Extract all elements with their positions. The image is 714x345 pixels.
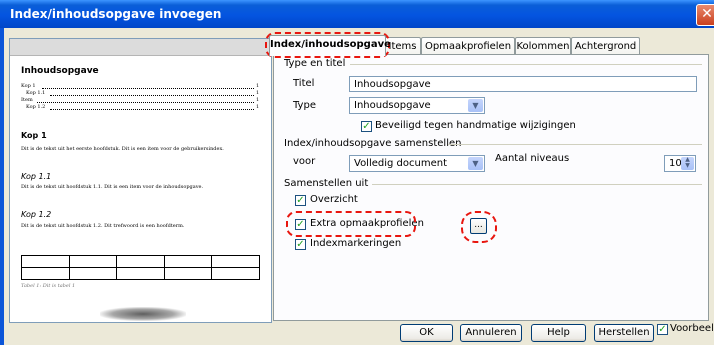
for-select-value: Volledig document <box>354 158 447 169</box>
index-markers-checkbox[interactable]: ✓ <box>295 239 306 250</box>
preview-heading-11: Kop 1.1 <box>21 172 52 181</box>
protect-label[interactable]: Beveiligd tegen handmatige wijzigingen <box>375 120 576 131</box>
preview-toc-page: 1 <box>256 83 260 89</box>
extra-styles-label[interactable]: Extra opmaakprofielen <box>310 218 424 229</box>
preview-toc-entry: Kop 1.1 <box>26 90 46 96</box>
index-markers-label[interactable]: Indexmarkeringen <box>310 238 401 249</box>
preview-toc-page: 1 <box>256 90 260 96</box>
preview-toc-page: 1 <box>256 104 260 110</box>
type-select-value: Inhoudsopgave <box>354 100 431 111</box>
preview-body-text: Dit is de tekst uit hoofdstuk 1.1. Dit i… <box>21 184 204 190</box>
section-type-heading: Type en titel <box>284 58 346 69</box>
preview-ruler <box>10 39 271 56</box>
levels-value: 10 <box>669 158 682 169</box>
window-frame <box>0 28 4 345</box>
dialog-window: Index/inhoudsopgave invoegen ✕ Inhoudsop… <box>0 0 714 345</box>
section-from-heading: Samenstellen uit <box>284 178 369 189</box>
preview-leader <box>50 109 254 110</box>
preview-table <box>21 255 260 280</box>
reset-button[interactable]: Herstellen <box>594 324 654 342</box>
preview-leader <box>50 95 254 96</box>
preview-label[interactable]: Voorbeeld <box>670 323 714 334</box>
divider <box>372 184 702 185</box>
title-input[interactable]: Inhoudsopgave <box>349 76 697 92</box>
extra-styles-checkbox[interactable]: ✓ <box>295 219 306 230</box>
title-bar[interactable]: Index/inhoudsopgave invoegen ✕ <box>0 0 714 28</box>
preview-pane: Inhoudsopgave Kop 1 1 Kop 1.1 1 Item 1 K… <box>9 38 272 323</box>
help-button[interactable]: Help <box>531 324 586 342</box>
window-title: Index/inhoudsopgave invoegen <box>10 7 222 21</box>
preview-heading-12: Kop 1.2 <box>21 210 52 219</box>
preview-toc-entry: Kop 1.2 <box>26 104 46 110</box>
cancel-button[interactable]: Annuleren <box>460 324 522 342</box>
type-select[interactable]: Inhoudsopgave ▼ <box>349 97 485 114</box>
preview-toc-page: 1 <box>256 97 260 103</box>
protect-checkbox[interactable]: ✓ <box>361 121 372 132</box>
preview-toc-entry: Kop 1 <box>21 83 36 89</box>
close-icon[interactable]: ✕ <box>696 4 714 26</box>
preview-toc-title: Inhoudsopgave <box>21 66 99 76</box>
preview-body-text: Dit is de tekst uit het eerste hoofdstuk… <box>21 146 224 152</box>
outline-label[interactable]: Overzicht <box>310 194 358 205</box>
title-label: Titel <box>293 78 315 89</box>
spin-arrows-icon[interactable]: ▲ ▼ <box>681 157 694 170</box>
for-label: voor <box>293 156 316 167</box>
tab-columns[interactable]: Kolommen <box>515 37 571 55</box>
preview-toc-entry: Item <box>21 97 33 103</box>
preview-checkbox[interactable]: ✓ <box>657 324 668 335</box>
preview-heading-1: Kop 1 <box>21 131 47 140</box>
ok-button[interactable]: OK <box>400 324 453 342</box>
chevron-down-icon[interactable]: ▼ <box>468 99 483 112</box>
section-create-heading: Index/inhoudsopgave samenstellen <box>284 138 462 149</box>
divider <box>350 64 702 65</box>
tab-styles[interactable]: Opmaakprofielen <box>421 37 515 55</box>
outline-checkbox[interactable]: ✓ <box>295 195 306 206</box>
chevron-down-icon[interactable]: ▼ <box>468 157 483 170</box>
tab-background[interactable]: Achtergrond <box>571 37 640 55</box>
levels-label: Aantal niveaus <box>495 153 570 164</box>
levels-spinner[interactable]: 10 ▲ ▼ <box>664 155 696 172</box>
tab-index[interactable]: Index/inhoudsopgave <box>269 35 391 56</box>
preview-leader <box>42 88 254 89</box>
preview-caption: Tabel 1: Dit is tabel 1 <box>21 283 76 289</box>
type-label: Type <box>293 100 316 111</box>
divider <box>448 144 702 145</box>
preview-leader <box>37 102 254 103</box>
preview-graphic <box>100 307 186 321</box>
preview-body-text: Dit is de tekst uit hoofdstuk 1.2. Dit t… <box>21 223 185 229</box>
for-select[interactable]: Volledig document ▼ <box>349 155 485 172</box>
assign-styles-button[interactable]: ... <box>470 218 487 234</box>
